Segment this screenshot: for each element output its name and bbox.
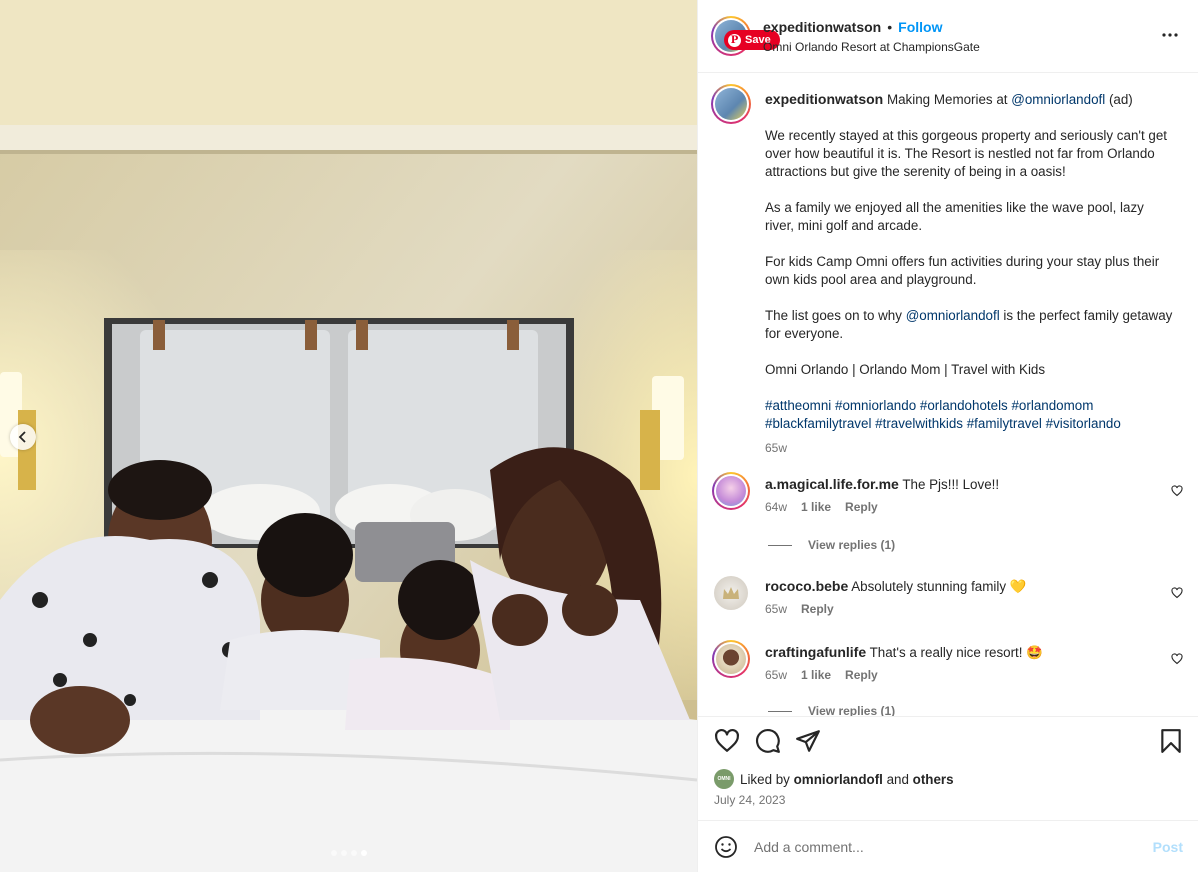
reply-button[interactable]: Reply [845, 500, 878, 514]
hashtag-link[interactable]: #familytravel [967, 416, 1042, 431]
post-photo [0, 0, 697, 872]
carousel-dot-active [360, 850, 367, 856]
location-link[interactable]: Omni Orlando Resort at ChampionsGate [763, 40, 980, 54]
comment-text: That's a really nice resort! [869, 645, 1023, 660]
caption-ad-tag: (ad) [1105, 92, 1133, 107]
comment-button[interactable] [755, 728, 781, 757]
commenter-avatar[interactable] [712, 574, 750, 612]
replies-divider [768, 710, 792, 712]
hashtag-link[interactable]: #omniorlando [835, 398, 916, 413]
comment-timestamp[interactable]: 64w [765, 500, 787, 514]
comment-likes[interactable]: 1 like [801, 668, 831, 682]
comment-username[interactable]: rococo.bebe [765, 578, 848, 594]
heart-icon [715, 728, 739, 752]
view-replies-button[interactable]: View replies (1) [768, 538, 895, 552]
comment-input[interactable] [754, 833, 1134, 861]
post-comment-button[interactable]: Post [1153, 839, 1183, 855]
comments-scroll-area[interactable]: expeditionwatson Making Memories at @omn… [698, 74, 1198, 716]
comment-username[interactable]: a.magical.life.for.me [765, 476, 899, 492]
comment-timestamp[interactable]: 65w [765, 668, 787, 682]
chevron-left-icon [18, 431, 26, 443]
comment-timestamp[interactable]: 65w [765, 602, 787, 616]
emoji-picker-button[interactable] [714, 835, 738, 862]
yellow-heart-icon: 💛 [1009, 579, 1027, 594]
commenter-avatar[interactable] [712, 640, 750, 678]
mention-link[interactable]: @omniorlandofl [906, 308, 1000, 323]
post-caption: expeditionwatson Making Memories at @omn… [765, 90, 1175, 457]
view-replies-label: View replies (1) [808, 704, 896, 716]
reply-button[interactable]: Reply [845, 668, 878, 682]
carousel-dot [350, 850, 357, 856]
hashtag-link[interactable]: #orlandomom [1011, 398, 1093, 413]
caption-text: Making Memories at [883, 92, 1012, 107]
comment-like-button[interactable] [1171, 484, 1183, 500]
mention-link[interactable]: @omniorlandofl [1011, 92, 1105, 107]
comment-likes[interactable]: 1 like [801, 500, 831, 514]
separator-dot: • [887, 19, 893, 35]
comment-text: The Pjs!!! Love!! [902, 477, 1000, 492]
replies-divider [768, 544, 792, 546]
hashtag-link[interactable]: #orlandohotels [920, 398, 1008, 413]
heart-icon [1171, 587, 1183, 599]
heart-icon [1171, 653, 1183, 665]
share-button[interactable] [795, 728, 821, 757]
post-header: P Save expeditionwatson • Follow Omni Or… [698, 0, 1198, 73]
hashtag-link[interactable]: #blackfamilytravel [765, 416, 871, 431]
emoji-icon [715, 836, 737, 858]
heart-icon [1171, 485, 1183, 497]
view-replies-button[interactable]: View replies (1) [768, 704, 895, 716]
caption-text: The list goes on to why [765, 308, 906, 323]
more-options-button[interactable] [1161, 26, 1179, 47]
caption-paragraph: Omni Orlando | Orlando Mom | Travel with… [765, 362, 1046, 377]
comment-like-button[interactable] [1171, 586, 1183, 602]
hashtag-link[interactable]: #visitorlando [1046, 416, 1121, 431]
post-details-panel: P Save expeditionwatson • Follow Omni Or… [697, 0, 1198, 872]
comment-username[interactable]: craftingafunlife [765, 644, 866, 660]
likes-others-link[interactable]: others [913, 772, 954, 787]
follow-button[interactable]: Follow [898, 19, 942, 35]
commenter-avatar[interactable] [712, 472, 750, 510]
hashtag-link[interactable]: #travelwithkids [875, 416, 963, 431]
pinterest-icon: P [728, 33, 741, 47]
hashtag-link[interactable]: #attheomni [765, 398, 831, 413]
view-replies-label: View replies (1) [808, 538, 896, 552]
caption-paragraph: We recently stayed at this gorgeous prop… [765, 128, 1168, 179]
caption-author[interactable]: expeditionwatson [765, 91, 883, 107]
comment-text: Absolutely stunning family [851, 579, 1007, 594]
comment-icon [756, 729, 780, 753]
star-struck-icon: 🤩 [1026, 645, 1043, 660]
bookmark-icon [1161, 729, 1181, 753]
post-date[interactable]: July 24, 2023 [714, 793, 785, 807]
save-post-button[interactable] [1159, 728, 1183, 757]
share-icon [796, 730, 820, 752]
reply-button[interactable]: Reply [801, 602, 834, 616]
more-icon [1162, 33, 1178, 37]
author-username[interactable]: expeditionwatson [763, 19, 881, 35]
carousel-indicator [0, 850, 697, 856]
caption-author-avatar[interactable] [711, 84, 751, 124]
like-button[interactable] [714, 728, 740, 757]
comment-like-button[interactable] [1171, 652, 1183, 668]
post-actions: OMNI Liked by omniorlandofl and others J… [698, 716, 1198, 820]
carousel-dot [330, 850, 337, 856]
caption-paragraph: As a family we enjoyed all the amenities… [765, 200, 1144, 233]
liked-by: OMNI Liked by omniorlandofl and others [714, 769, 954, 789]
carousel-dot [340, 850, 347, 856]
liked-by-and: and [882, 771, 913, 787]
carousel-prev-button[interactable] [10, 424, 36, 450]
liker-avatar[interactable]: OMNI [714, 769, 734, 789]
caption-paragraph: For kids Camp Omni offers fun activities… [765, 254, 1160, 287]
liked-by-prefix: Liked by [740, 771, 794, 787]
liker-username[interactable]: omniorlandofl [794, 772, 883, 787]
post-media[interactable] [0, 0, 697, 872]
crown-icon [723, 587, 739, 599]
add-comment-bar: Post [698, 820, 1198, 872]
caption-timestamp[interactable]: 65w [765, 439, 1175, 457]
